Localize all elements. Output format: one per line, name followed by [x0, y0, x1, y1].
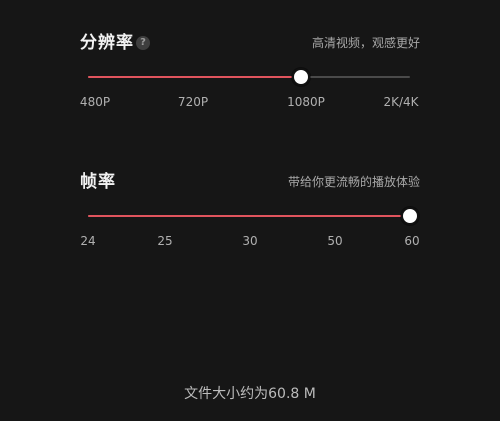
framerate-option-60[interactable]: 60 — [404, 234, 419, 248]
framerate-option-24[interactable]: 24 — [80, 234, 95, 248]
framerate-slider-thumb[interactable] — [401, 207, 419, 225]
framerate-option-25[interactable]: 25 — [157, 234, 172, 248]
file-size-text: 文件大小约为60.8 M — [184, 386, 316, 402]
framerate-hint: 带给你更流畅的播放体验 — [287, 175, 420, 189]
framerate-title: 帧率 — [80, 172, 116, 192]
framerate-option-30[interactable]: 30 — [242, 234, 257, 248]
framerate-section: 帧率 带给你更流畅的播放体验 24 25 30 50 60 — [0, 0, 500, 260]
framerate-slider-fill — [88, 215, 410, 217]
framerate-option-50[interactable]: 50 — [327, 234, 342, 248]
framerate-slider[interactable] — [88, 204, 419, 228]
